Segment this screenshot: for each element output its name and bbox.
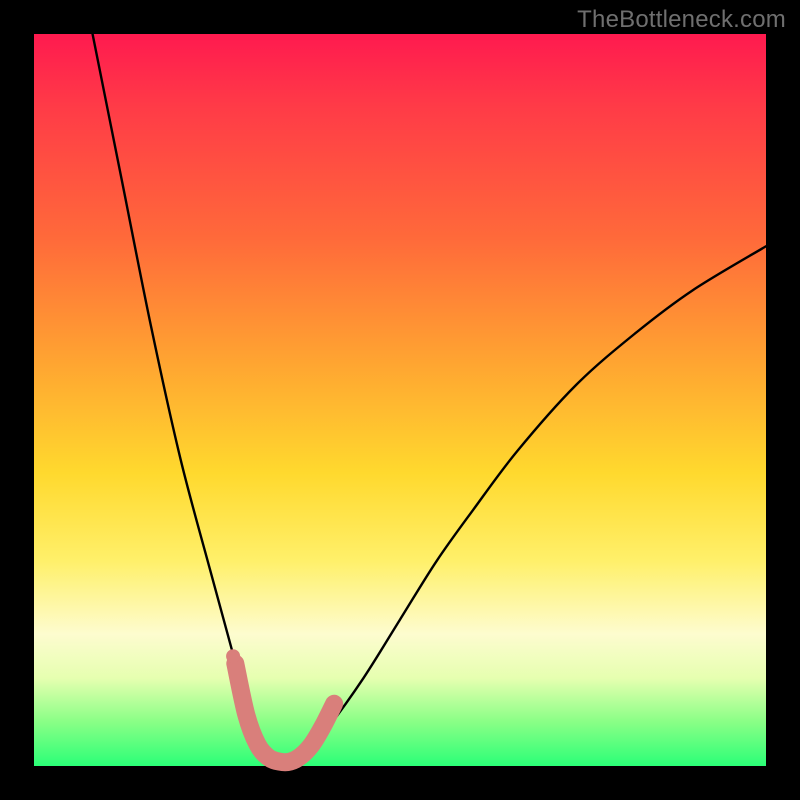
chart-frame: TheBottleneck.com <box>0 0 800 800</box>
valley-dot-marker <box>226 649 240 663</box>
watermark-text: TheBottleneck.com <box>577 6 786 34</box>
plot-area <box>34 34 766 766</box>
bottleneck-curve <box>93 34 766 762</box>
valley-highlight <box>235 664 334 763</box>
curve-layer <box>34 34 766 766</box>
